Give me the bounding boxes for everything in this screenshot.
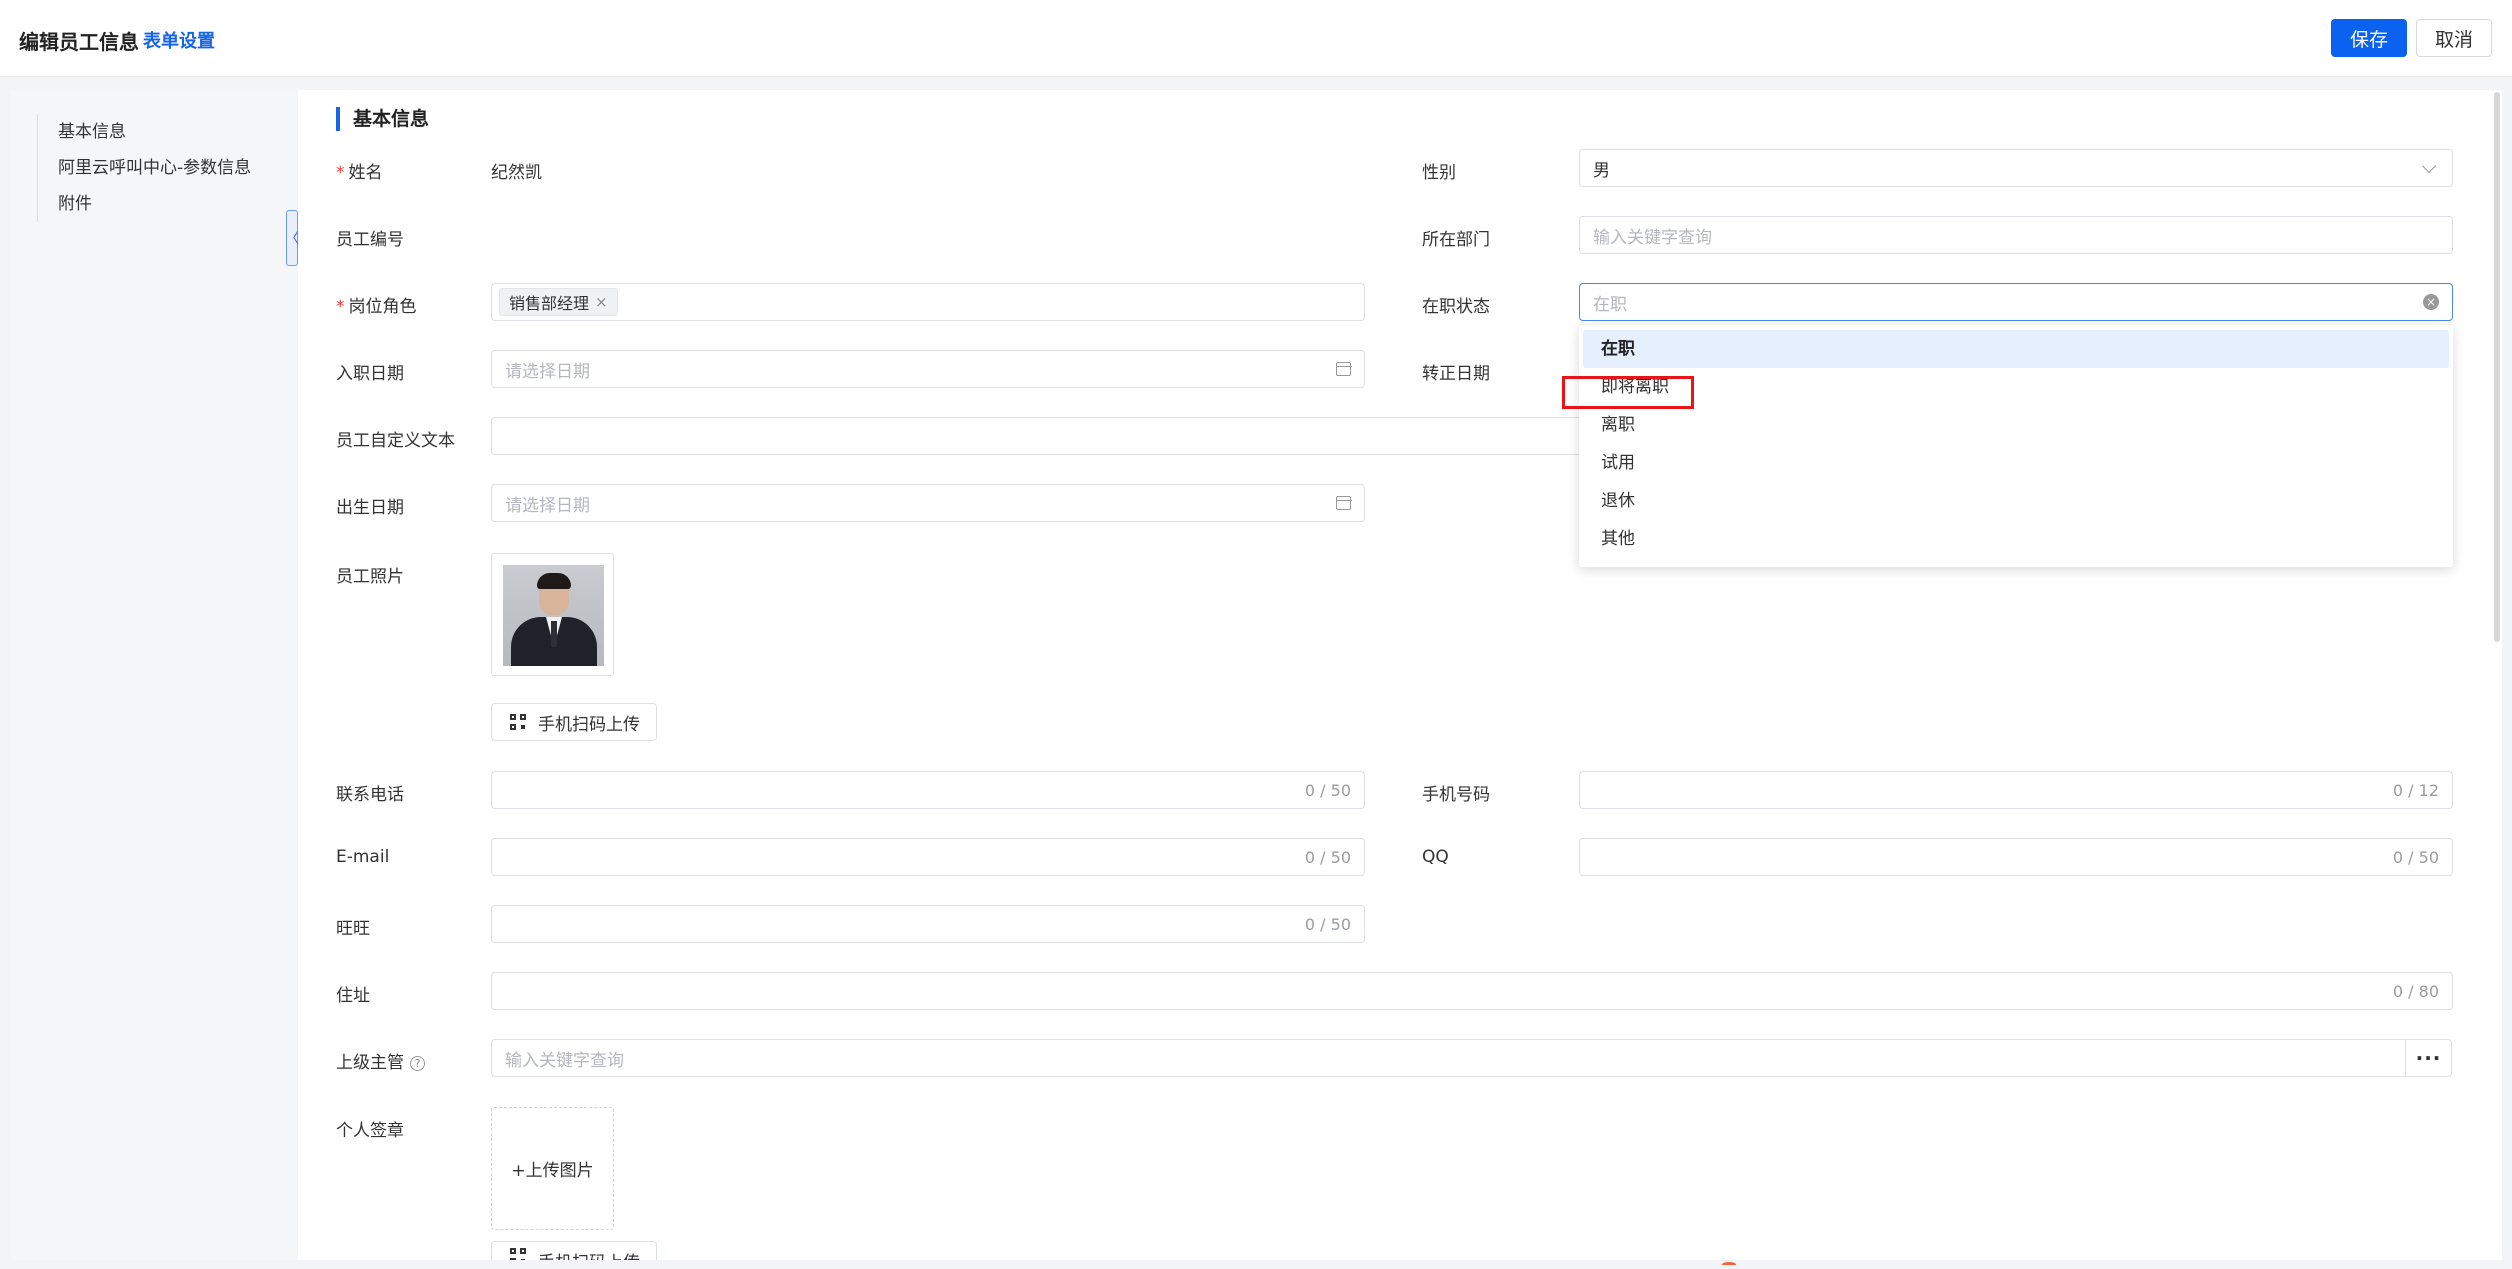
sidebar-item-call-center[interactable]: 阿里云呼叫中心-参数信息 <box>58 150 251 186</box>
cancel-button[interactable]: 取消 <box>2416 19 2492 57</box>
role-label: * 岗位角色 <box>336 297 417 317</box>
employee-photo[interactable] <box>491 553 614 676</box>
status-option-active[interactable]: 在职 <box>1583 330 2449 368</box>
chevron-down-icon <box>2421 158 2437 173</box>
custom-text-label: 员工自定义文本 <box>336 431 455 451</box>
calendar-icon <box>1335 496 1352 510</box>
name-value: 纪然凯 <box>491 163 542 183</box>
mobile-label: 手机号码 <box>1422 785 1490 805</box>
status-select[interactable]: 在职 × <box>1579 283 2453 321</box>
status-option-resigned[interactable]: 离职 <box>1583 406 2449 444</box>
ellipsis-icon: ··· <box>2415 1046 2442 1070</box>
birth-date-label: 出生日期 <box>336 498 404 518</box>
clear-icon[interactable]: × <box>2423 294 2439 310</box>
status-option-other[interactable]: 其他 <box>1583 520 2449 558</box>
phone-input[interactable]: 0 / 50 <box>491 771 1365 809</box>
hire-date-placeholder: 请选择日期 <box>505 361 590 382</box>
gender-select[interactable]: 男 <box>1579 149 2453 187</box>
signature-upload[interactable]: +上传图片 <box>491 1107 614 1230</box>
qq-label: QQ <box>1422 847 1449 867</box>
wangwang-label: 旺旺 <box>336 919 370 939</box>
email-input[interactable]: 0 / 50 <box>491 838 1365 876</box>
form-panel <box>298 90 2490 1260</box>
char-count: 0 / 50 <box>1304 847 1351 867</box>
supervisor-label: 上级主管? <box>336 1048 425 1073</box>
gender-value: 男 <box>1593 160 1610 181</box>
photo-label: 员工照片 <box>336 567 404 587</box>
required-mark: * <box>336 163 345 183</box>
page-title: 编辑员工信息 <box>19 30 139 54</box>
photo-image <box>503 565 604 666</box>
help-icon[interactable]: ? <box>410 1056 425 1071</box>
hire-date-picker[interactable]: 请选择日期 <box>491 350 1365 388</box>
employee-no-label: 员工编号 <box>336 230 404 250</box>
address-input[interactable]: 0 / 80 <box>491 972 2453 1010</box>
phone-label: 联系电话 <box>336 785 404 805</box>
sidebar-item-attachments[interactable]: 附件 <box>58 186 251 222</box>
department-placeholder: 输入关键字查询 <box>1593 227 1712 248</box>
address-label: 住址 <box>336 986 370 1006</box>
sidebar-nav: 基本信息 阿里云呼叫中心-参数信息 附件 <box>37 114 251 222</box>
birth-date-picker[interactable]: 请选择日期 <box>491 484 1365 522</box>
role-tag: 销售部经理 × <box>499 288 618 316</box>
sidebar: 基本信息 阿里云呼叫中心-参数信息 附件 <box>11 90 297 1260</box>
name-label: * 姓名 <box>336 163 383 183</box>
status-option-retired[interactable]: 退休 <box>1583 482 2449 520</box>
supervisor-placeholder: 输入关键字查询 <box>505 1050 624 1071</box>
qq-input[interactable]: 0 / 50 <box>1579 838 2453 876</box>
char-count: 0 / 80 <box>2392 981 2439 1001</box>
wangwang-input[interactable]: 0 / 50 <box>491 905 1365 943</box>
form-settings-link[interactable]: 表单设置 <box>143 27 215 53</box>
regular-date-label: 转正日期 <box>1422 364 1490 384</box>
status-option-probation[interactable]: 试用 <box>1583 444 2449 482</box>
hire-date-label: 入职日期 <box>336 364 404 384</box>
supervisor-input[interactable]: 输入关键字查询 <box>491 1039 2406 1077</box>
tag-close-icon[interactable]: × <box>595 293 608 311</box>
custom-text-input[interactable] <box>491 417 1591 455</box>
department-input[interactable]: 输入关键字查询 <box>1579 216 2453 254</box>
qr-code-icon <box>510 714 526 730</box>
signature-scan-upload-button[interactable]: 手机扫码上传 <box>491 1241 657 1260</box>
char-count: 0 / 50 <box>1304 780 1351 800</box>
gender-label: 性别 <box>1422 163 1456 183</box>
scrollbar-thumb[interactable] <box>2494 92 2500 642</box>
char-count: 0 / 50 <box>2392 847 2439 867</box>
department-label: 所在部门 <box>1422 230 1490 250</box>
scan-upload-button[interactable]: 手机扫码上传 <box>491 703 657 741</box>
decorative-mark <box>1722 1262 1736 1267</box>
signature-label: 个人签章 <box>336 1121 404 1141</box>
email-label: E-mail <box>336 847 390 867</box>
status-dropdown: 在职 即将离职 离职 试用 退休 其他 <box>1579 325 2453 567</box>
chevron-left-icon: 〈 <box>285 231 299 247</box>
char-count: 0 / 50 <box>1304 914 1351 934</box>
calendar-icon <box>1335 362 1352 376</box>
sidebar-item-basic-info[interactable]: 基本信息 <box>58 114 251 150</box>
role-select[interactable]: 销售部经理 × <box>491 283 1365 321</box>
section-title: 基本信息 <box>336 107 429 131</box>
status-option-leaving-soon[interactable]: 即将离职 <box>1583 368 2449 406</box>
qr-code-icon <box>510 1248 526 1260</box>
required-mark: * <box>336 297 345 317</box>
sidebar-collapse-button[interactable]: 〈 <box>285 210 299 266</box>
save-button[interactable]: 保存 <box>2331 19 2407 57</box>
char-count: 0 / 12 <box>2392 780 2439 800</box>
mobile-input[interactable]: 0 / 12 <box>1579 771 2453 809</box>
birth-date-placeholder: 请选择日期 <box>505 495 590 516</box>
status-placeholder: 在职 <box>1593 294 1627 315</box>
more-options-button[interactable]: ··· <box>2405 1039 2452 1077</box>
top-bar: 编辑员工信息 表单设置 保存 取消 <box>0 0 2512 77</box>
status-label: 在职状态 <box>1422 297 1490 317</box>
